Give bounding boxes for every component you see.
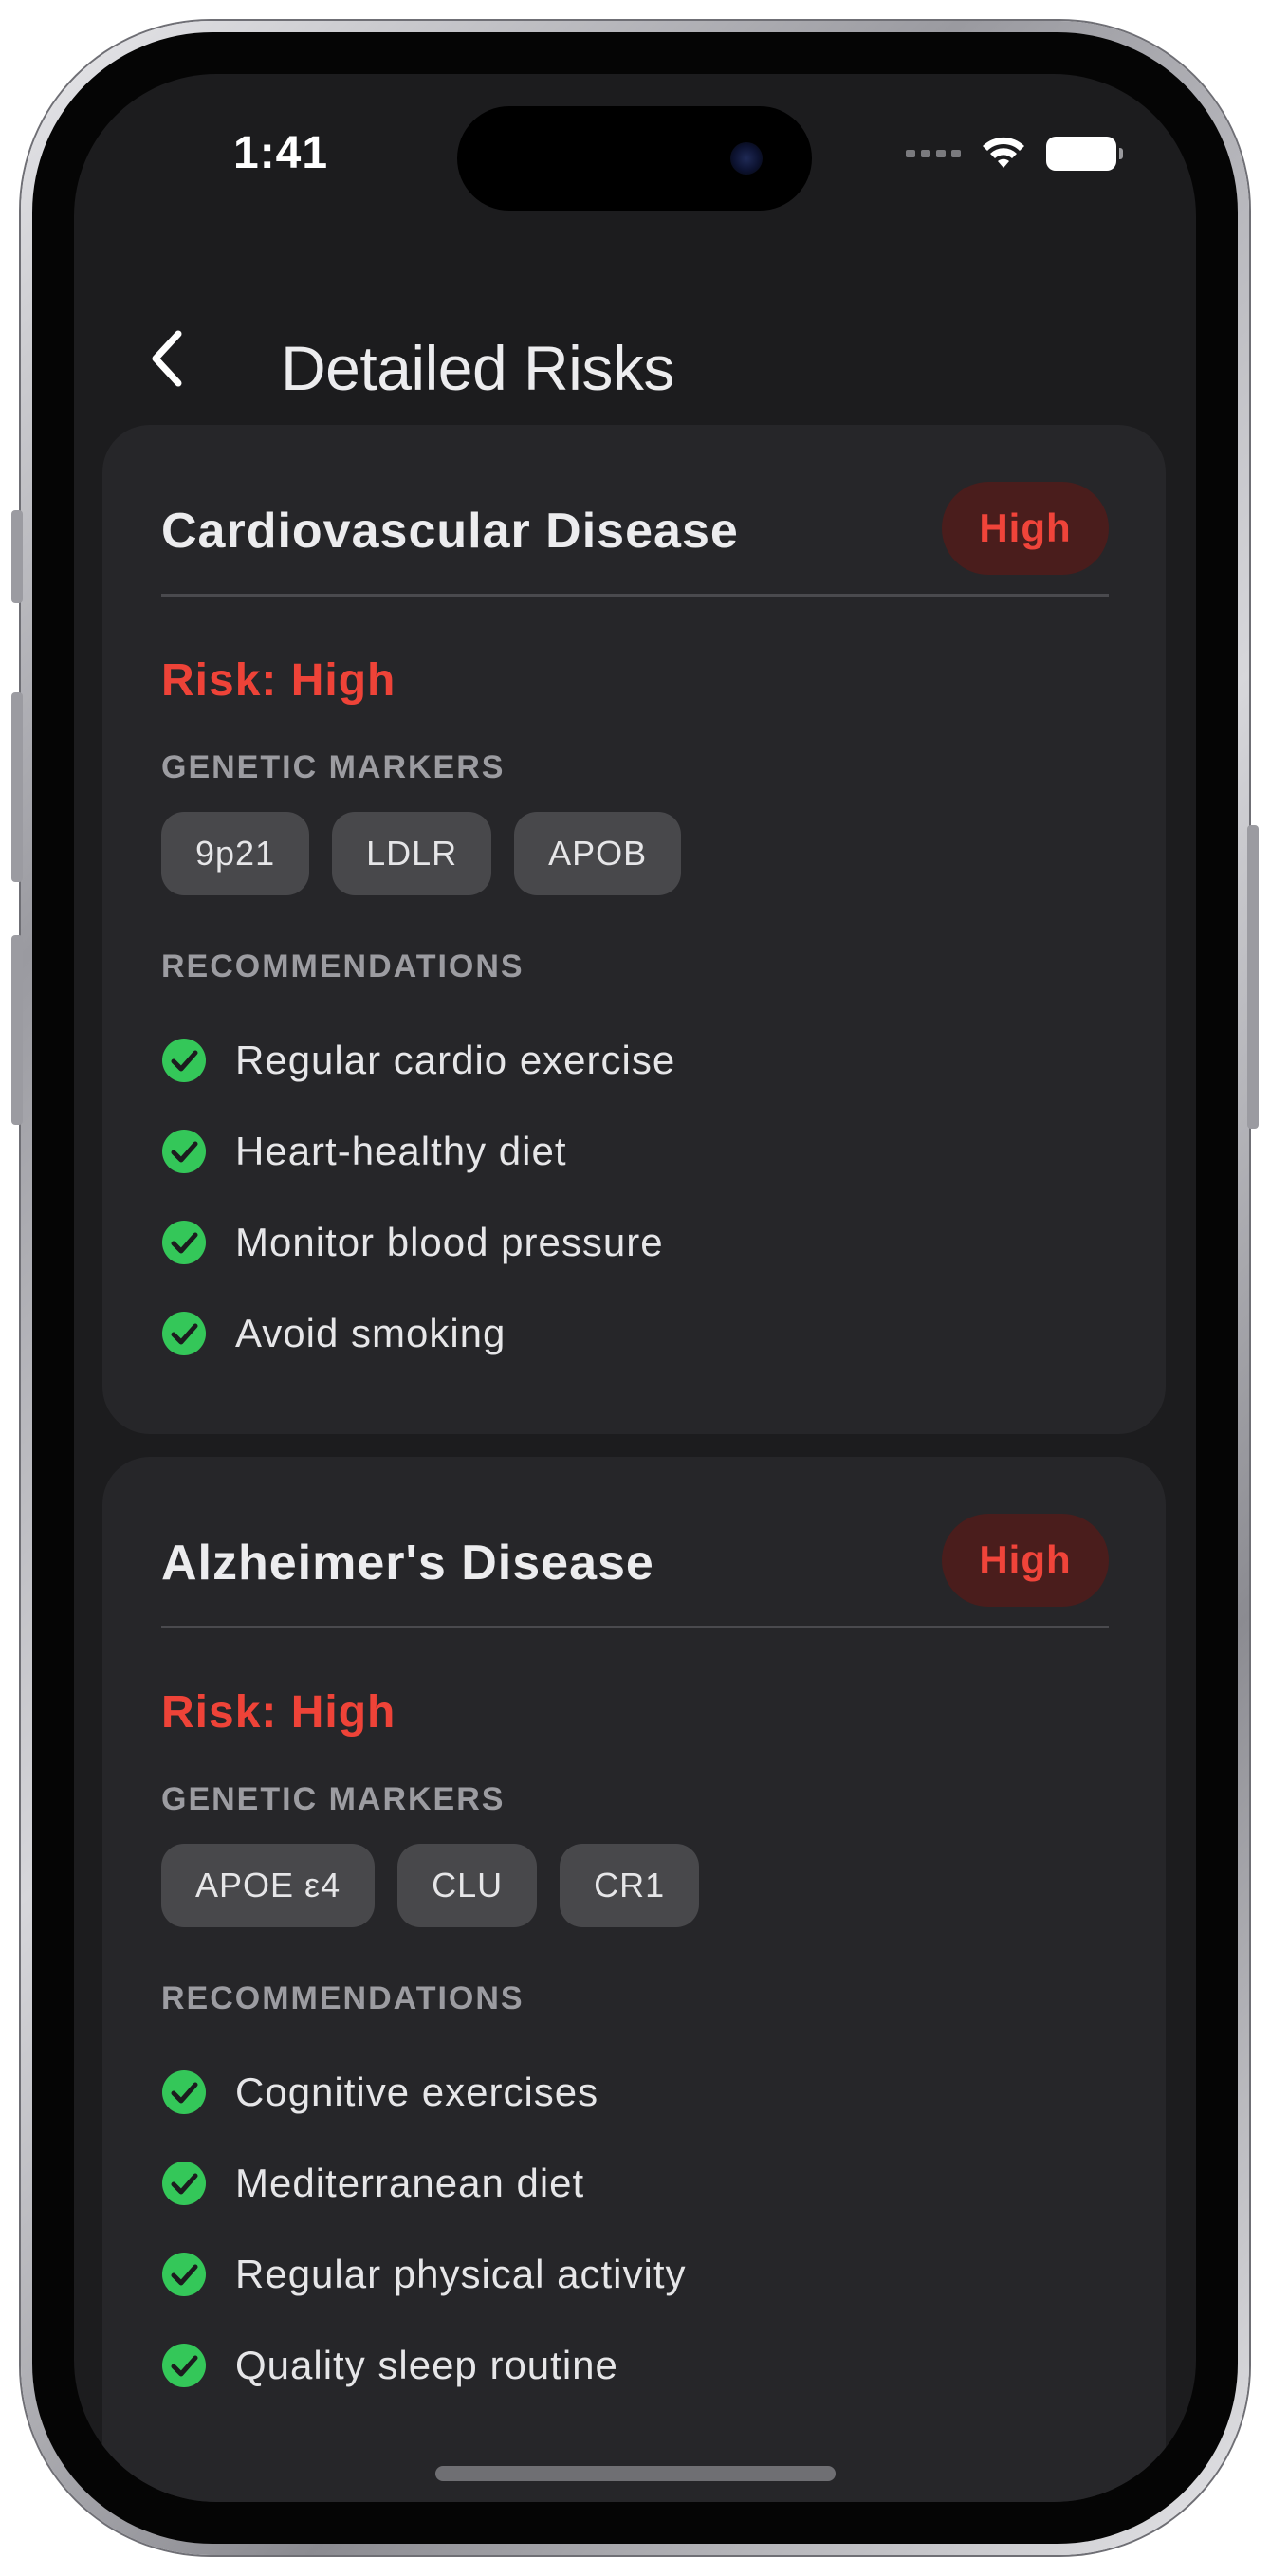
recommendations-label: RECOMMENDATIONS	[161, 1980, 525, 2016]
genetic-markers-label: GENETIC MARKERS	[161, 1781, 506, 1817]
checkmark-circle-icon	[162, 2070, 206, 2114]
checkmark-circle-icon	[162, 1039, 206, 1082]
checkmark-circle-icon	[162, 1130, 206, 1173]
checkmark-circle-icon	[162, 2162, 206, 2205]
wifi-icon	[983, 137, 1024, 168]
risk-level-text: Risk: High	[161, 655, 396, 706]
recommendation-text: Mediterranean diet	[235, 2161, 585, 2205]
list-item: Quality sleep routine	[161, 2320, 687, 2411]
genetic-marker-chip: APOE ε4	[161, 1844, 376, 1927]
list-item: Cognitive exercises	[161, 2047, 687, 2138]
risk-card-cardiovascular: Cardiovascular Disease High Risk: High G…	[102, 425, 1166, 1434]
risk-card-alzheimers: Alzheimer's Disease High Risk: High GENE…	[102, 1457, 1166, 2502]
back-button[interactable]	[131, 322, 203, 395]
status-time: 1:41	[233, 128, 329, 178]
camera-icon	[730, 142, 763, 175]
checkmark-circle-icon	[162, 2253, 206, 2296]
chevron-left-icon	[152, 330, 182, 387]
volume-up-button	[11, 692, 23, 882]
battery-icon	[1046, 137, 1123, 171]
list-item: Regular cardio exercise	[161, 1015, 675, 1106]
recommendation-text: Monitor blood pressure	[235, 1220, 664, 1264]
recommendation-text: Quality sleep routine	[235, 2343, 618, 2387]
genetic-marker-chip: LDLR	[332, 812, 492, 895]
card-header: Alzheimer's Disease High	[161, 1514, 1109, 1609]
genetic-marker-chip: CLU	[397, 1844, 538, 1927]
recommendation-text: Avoid smoking	[235, 1311, 506, 1355]
risk-badge: High	[942, 1514, 1109, 1607]
recommendations-label: RECOMMENDATIONS	[161, 948, 525, 984]
genetic-marker-chip: CR1	[560, 1844, 700, 1927]
recommendation-text: Cognitive exercises	[235, 2070, 599, 2114]
genetic-marker-chip: APOB	[514, 812, 682, 895]
genetic-markers-list: APOE ε4 CLU CR1	[161, 1844, 700, 1927]
dynamic-island	[457, 106, 812, 211]
genetic-markers-label: GENETIC MARKERS	[161, 749, 506, 785]
card-title: Cardiovascular Disease	[161, 504, 739, 559]
app-screen: 1:41 Detailed Risks Cardiovascular Disea…	[74, 74, 1196, 2502]
risk-level-text: Risk: High	[161, 1687, 396, 1738]
cellular-signal-icon	[906, 150, 961, 157]
checkmark-circle-icon	[162, 1312, 206, 1355]
card-title: Alzheimer's Disease	[161, 1536, 654, 1591]
page-title: Detailed Risks	[281, 333, 674, 403]
list-item: Heart-healthy diet	[161, 1106, 675, 1197]
checkmark-circle-icon	[162, 2344, 206, 2387]
checkmark-circle-icon	[162, 1221, 206, 1264]
genetic-markers-list: 9p21 LDLR APOB	[161, 812, 682, 895]
recommendations-list: Regular cardio exercise Heart-healthy di…	[161, 1015, 675, 1379]
power-button	[1247, 825, 1259, 1129]
recommendation-text: Heart-healthy diet	[235, 1129, 567, 1173]
divider	[161, 594, 1109, 597]
divider	[161, 1626, 1109, 1628]
action-button	[11, 510, 23, 603]
recommendation-text: Regular physical activity	[235, 2252, 687, 2296]
list-item: Regular physical activity	[161, 2229, 687, 2320]
status-bar: 1:41	[74, 74, 1196, 216]
status-icons	[906, 137, 1123, 171]
list-item: Monitor blood pressure	[161, 1197, 675, 1288]
card-header: Cardiovascular Disease High	[161, 482, 1109, 577]
genetic-marker-chip: 9p21	[161, 812, 310, 895]
recommendations-list: Cognitive exercises Mediterranean diet R…	[161, 2047, 687, 2411]
risk-badge: High	[942, 482, 1109, 575]
volume-down-button	[11, 935, 23, 1125]
list-item: Avoid smoking	[161, 1288, 675, 1379]
recommendation-text: Regular cardio exercise	[235, 1038, 676, 1082]
home-indicator[interactable]	[435, 2466, 836, 2481]
navigation-bar: Detailed Risks	[74, 302, 1196, 415]
list-item: Mediterranean diet	[161, 2138, 687, 2229]
